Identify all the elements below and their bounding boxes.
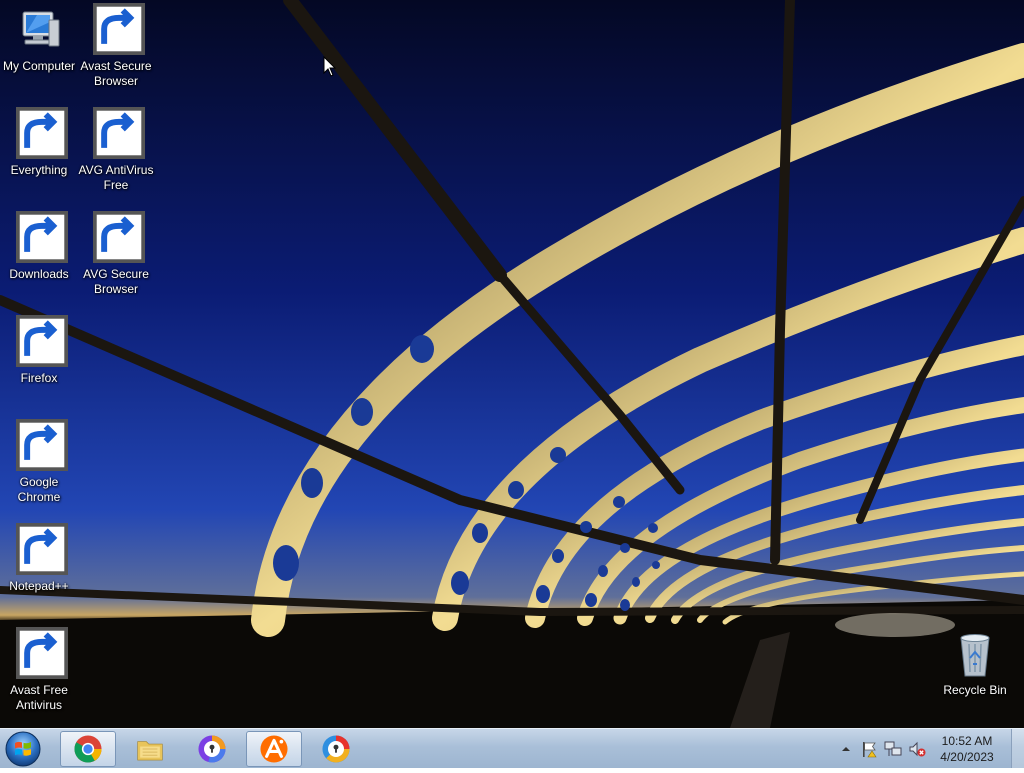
desktop-icon-label: Avast Free Antivirus — [10, 683, 68, 712]
show-desktop-button[interactable] — [1011, 729, 1024, 768]
shortcut-arrow-icon — [93, 211, 145, 263]
shortcut-arrow-icon — [93, 107, 145, 159]
file-explorer-icon — [137, 741, 163, 761]
desktop-icon-label: Avast Secure Browser — [80, 59, 152, 88]
chrome-icon — [74, 735, 102, 763]
clock-date: 4/20/2023 — [940, 750, 994, 764]
shortcut-arrow-icon — [16, 419, 68, 471]
avast-secure-browser-icon — [198, 735, 226, 763]
clock[interactable]: 10:52 AM 4/20/2023 — [934, 733, 1000, 765]
desktop-icon-label: AVG Secure Browser — [83, 267, 149, 296]
shortcut-arrow-icon — [16, 107, 68, 159]
taskbar-button-file-explorer[interactable] — [122, 731, 178, 767]
avast-antivirus-icon — [260, 735, 288, 763]
taskbar-button-chrome[interactable] — [60, 731, 116, 767]
taskbar: 10:52 AM 4/20/2023 — [0, 728, 1024, 768]
shortcut-arrow-icon — [16, 315, 68, 367]
recycle-bin-icon — [960, 634, 990, 677]
taskbar-button-avast-secure-browser[interactable] — [184, 731, 240, 767]
desktop[interactable]: My Computer Avast Secure Browser Everyth… — [0, 0, 1024, 728]
desktop-icon-label: Firefox — [20, 371, 58, 385]
desktop-icon-avg-antivirus-free[interactable]: AVG AntiVirus Free — [77, 107, 155, 193]
start-button[interactable] — [4, 730, 44, 768]
desktop-icon-everything[interactable]: Everything — [0, 107, 78, 178]
desktop-icon-label: Notepad++ — [9, 579, 69, 593]
desktop-icon-label: Google Chrome — [17, 475, 61, 504]
desktop-icon-avg-secure-browser[interactable]: AVG Secure Browser — [77, 211, 155, 297]
taskbar-button-avg-secure-browser[interactable] — [308, 731, 364, 767]
desktop-icon-label: My Computer — [2, 59, 76, 73]
taskbar-button-avast-antivirus[interactable] — [246, 731, 302, 767]
desktop-icon-avast-free-antivirus[interactable]: Avast Free Antivirus — [0, 627, 78, 713]
shortcut-arrow-icon — [16, 211, 68, 263]
mouse-cursor-icon — [323, 56, 337, 77]
desktop-icon-notepad-plus-plus[interactable]: Notepad++ — [0, 523, 78, 594]
system-tray: 10:52 AM 4/20/2023 — [834, 729, 1024, 769]
desktop-icon-label: Everything — [10, 163, 68, 177]
desktop-icon-recycle-bin[interactable]: Recycle Bin — [936, 630, 1014, 698]
desktop-icon-my-computer[interactable]: My Computer — [0, 6, 78, 74]
desktop-icon-label: AVG AntiVirus Free — [78, 163, 154, 192]
avg-secure-browser-icon — [322, 735, 350, 763]
windows-logo-icon — [5, 731, 41, 767]
show-hidden-icons-chevron-icon[interactable] — [840, 740, 852, 758]
desktop-icon-downloads[interactable]: Downloads — [0, 211, 78, 282]
desktop-icon-google-chrome[interactable]: Google Chrome — [0, 419, 78, 505]
desktop-icon-label: Recycle Bin — [943, 683, 1007, 697]
action-center-flag-icon[interactable] — [860, 740, 878, 758]
shortcut-arrow-icon — [16, 627, 68, 679]
desktop-icon-firefox[interactable]: Firefox — [0, 315, 78, 386]
network-icon[interactable] — [884, 740, 902, 758]
shortcut-arrow-icon — [16, 523, 68, 575]
desktop-icon-label: Downloads — [9, 267, 69, 281]
shortcut-arrow-icon — [93, 3, 145, 55]
computer-icon — [22, 11, 60, 47]
clock-time: 10:52 AM — [941, 734, 993, 748]
desktop-icon-avast-secure-browser[interactable]: Avast Secure Browser — [77, 3, 155, 89]
volume-muted-icon[interactable] — [908, 740, 926, 758]
